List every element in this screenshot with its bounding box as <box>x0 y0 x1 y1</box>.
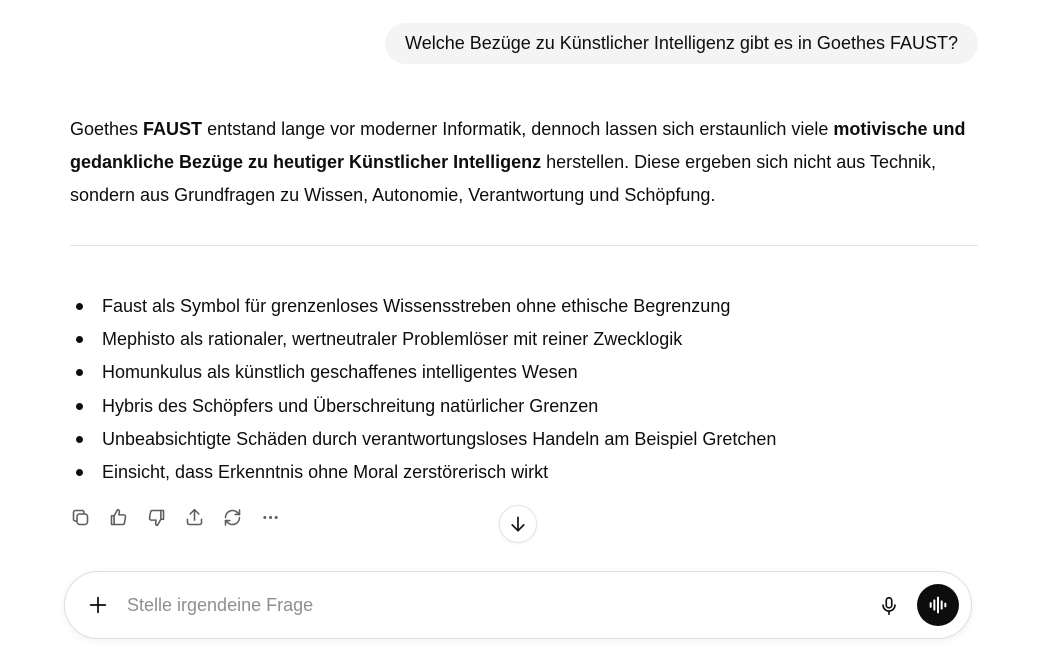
bullet-dot <box>76 402 83 410</box>
user-message-bubble: Welche Bezüge zu Künstlicher Intelligenz… <box>385 23 978 64</box>
bullet-dot <box>76 435 83 443</box>
dislike-button[interactable] <box>140 504 172 530</box>
message-actions <box>64 504 286 530</box>
composer <box>64 571 972 639</box>
copy-button[interactable] <box>64 504 96 530</box>
list-item: Homunkulus als künstlich geschaffenes in… <box>70 356 776 389</box>
list-item-text: Mephisto als rationaler, wertneutraler P… <box>102 329 683 350</box>
regenerate-button[interactable] <box>216 504 248 530</box>
intro-bold-faust: FAUST <box>143 119 203 139</box>
plus-icon <box>89 596 107 614</box>
list-item: Faust als Symbol für grenzenloses Wissen… <box>70 290 776 323</box>
list-item-text: Faust als Symbol für grenzenloses Wissen… <box>102 296 731 316</box>
list-item-text: Einsicht, dass Erkenntnis ohne Moral zer… <box>102 461 549 482</box>
thumbs-up-icon <box>110 508 126 525</box>
more-icon <box>262 515 278 519</box>
share-icon <box>186 508 202 525</box>
list-item-text: Homunkulus als künstlich geschaffenes in… <box>102 362 578 383</box>
intro-text-1: Goethes <box>70 119 144 139</box>
prompt-input[interactable] <box>127 590 827 620</box>
list-item: Hybris des Schöpfers und Überschreitung … <box>70 390 776 423</box>
assistant-answer-intro: Goethes FAUST entstand lange vor moderne… <box>70 113 970 212</box>
list-item: Unbeabsichtigte Schäden durch verantwort… <box>70 423 776 456</box>
bullet-list: Faust als Symbol für grenzenloses Wissen… <box>70 290 776 489</box>
thumbs-down-icon <box>148 509 164 526</box>
list-item: Mephisto als rationaler, wertneutraler P… <box>70 323 776 356</box>
copy-icon <box>72 509 88 525</box>
list-item-text: Hybris des Schöpfers und Überschreitung … <box>102 395 599 416</box>
arrow-down-icon <box>511 516 525 532</box>
voice-mode-button[interactable] <box>917 584 959 626</box>
list-item-text: Unbeabsichtigte Schäden durch verantwort… <box>102 428 777 449</box>
bullet-dot <box>76 336 83 344</box>
scroll-to-bottom-button[interactable] <box>499 505 537 543</box>
list-item: Einsicht, dass Erkenntnis ohne Moral zer… <box>70 456 776 489</box>
like-button[interactable] <box>102 504 134 530</box>
intro-text-2: entstand lange vor moderner Informatik, … <box>202 119 834 139</box>
voice-waveform-icon <box>929 596 947 614</box>
regenerate-icon <box>224 508 240 526</box>
bullet-dot <box>76 303 83 310</box>
user-message-text: Welche Bezüge zu Künstlicher Intelligenz… <box>405 33 958 53</box>
more-button[interactable] <box>254 504 286 530</box>
share-button[interactable] <box>178 504 210 530</box>
add-attachment-button[interactable] <box>85 592 111 618</box>
divider <box>70 245 978 246</box>
microphone-icon <box>882 596 896 616</box>
chat-page: Welche Bezüge zu Künstlicher Intelligenz… <box>0 0 1048 645</box>
bullet-dot <box>76 369 83 377</box>
bullet-dot <box>76 468 83 476</box>
dictate-button[interactable] <box>875 592 903 620</box>
